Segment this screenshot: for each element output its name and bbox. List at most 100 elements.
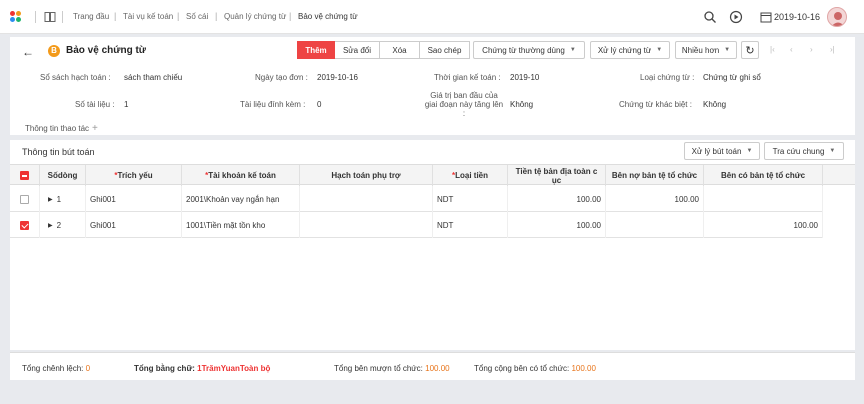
search-icon[interactable] <box>703 10 717 24</box>
field-label-text: Ngày tạo đơn <box>255 73 304 82</box>
header-scroll-gutter <box>823 164 855 185</box>
divider <box>35 11 36 23</box>
field-label-text: Số tài liệu <box>75 100 111 109</box>
current-date: 2019-10-16 <box>774 12 821 22</box>
local-amount-cell[interactable]: 100.00 <box>508 212 606 238</box>
field-label-text: Sổ sách hạch toán <box>40 73 107 82</box>
dropdown-label: Xử lý bút toán <box>691 146 742 156</box>
debit-cell[interactable] <box>606 212 704 238</box>
total-difference-label: Tổng chênh lệch: <box>22 364 84 373</box>
dropdown-label: Chứng từ thường dùng <box>482 45 565 55</box>
calendar-icon[interactable] <box>760 11 772 23</box>
action-button-group: Thêm Sửa đổi Xóa Sao chép <box>297 41 470 59</box>
first-page-icon[interactable]: |‹ <box>770 45 775 54</box>
table-header: Sốdòng * Trích yếu * Tài khoản kế toán Hạc… <box>10 164 823 186</box>
line-no-text: 1 <box>56 194 62 204</box>
voucher-type-value[interactable]: Chứng từ ghi sổ <box>703 73 761 82</box>
play-icon[interactable] <box>729 10 743 24</box>
summary-cell[interactable]: Ghi001 <box>86 186 182 212</box>
entry-process-dropdown[interactable]: Xử lý bút toán ▼ <box>684 142 760 160</box>
total-difference: Tổng chênh lệch: 0 <box>22 364 90 373</box>
divider <box>62 11 63 23</box>
chevron-down-icon: ▼ <box>569 47 576 53</box>
different-voucher-value[interactable]: Không <box>703 100 726 109</box>
col-credit[interactable]: Bên có bản tệ tổ chức <box>704 165 823 186</box>
account-cell[interactable]: 2001\Khoản vay ngắn hạn <box>182 186 300 212</box>
attachment-value[interactable]: 0 <box>317 100 321 109</box>
plus-icon: + <box>92 123 98 134</box>
debit-cell[interactable]: 100.00 <box>606 186 704 212</box>
initial-value-value[interactable]: Không <box>510 100 533 109</box>
col-debit[interactable]: Bên nợ bản tệ tổ chức <box>606 165 704 186</box>
general-lookup-dropdown[interactable]: Tra cứu chung ▼ <box>764 142 844 160</box>
field-label-text: Chứng từ khác biệt <box>619 100 688 109</box>
col-account[interactable]: * Tài khoản kế toán <box>182 165 300 186</box>
col-local-currency[interactable]: Tiền tệ bản địa toàn c ục <box>508 165 606 186</box>
total-borrow-value: 100.00 <box>425 364 450 373</box>
breadcrumb-item[interactable]: Số cái <box>186 12 208 21</box>
table-row[interactable]: ▶ 1 Ghi001 2001\Khoản vay ngắn hạn NDT 10… <box>10 186 823 212</box>
next-page-icon[interactable]: › <box>810 45 813 54</box>
total-borrow-label: Tổng bên mượn tổ chức: <box>334 364 423 373</box>
back-arrow-icon[interactable]: ← <box>22 45 34 59</box>
operation-info-toggle[interactable]: Thông tin thao tác + <box>25 123 98 134</box>
table-row[interactable]: ▶ 2 Ghi001 1001\Tiền mặt tồn kho NDT 100.… <box>10 212 823 238</box>
operation-info-label: Thông tin thao tác <box>25 124 90 133</box>
user-avatar-icon[interactable] <box>827 7 847 27</box>
app-logo-icon[interactable] <box>10 11 24 23</box>
expand-caret-icon[interactable]: ▶ <box>48 196 53 203</box>
breadcrumb-separator: | <box>289 11 292 21</box>
total-credit-label: Tổng cộng bên có tổ chức: <box>474 364 570 373</box>
row-checkbox[interactable] <box>20 220 29 230</box>
last-page-icon[interactable]: ›| <box>830 45 835 54</box>
auxiliary-cell[interactable] <box>300 212 433 238</box>
currency-cell[interactable]: NDT <box>433 212 508 238</box>
select-all-checkbox[interactable] <box>20 171 29 180</box>
breadcrumb-item[interactable]: Quản lý chứng từ <box>224 12 286 21</box>
voucher-panel: ← B Bảo vệ chứng từ Thêm Sửa đổi Xóa Sao… <box>10 37 855 135</box>
breadcrumb-item[interactable]: Tài vụ kế toán <box>123 12 173 21</box>
field-label: Số tài liệu : <box>75 100 115 109</box>
col-line-no[interactable]: Sốdòng <box>40 165 86 186</box>
ledger-value[interactable]: sách tham chiếu <box>124 73 182 82</box>
dropdown-label: Nhiều hơn <box>681 45 720 55</box>
voucher-process-dropdown[interactable]: Xử lý chứng từ ▼ <box>590 41 670 59</box>
field-label: Giá trị ban đầu của giai đoạn này tăng l… <box>424 91 504 118</box>
page-title: Bảo vệ chứng từ <box>66 45 147 56</box>
common-voucher-dropdown[interactable]: Chứng từ thường dùng ▼ <box>473 41 585 59</box>
account-cell[interactable]: 1001\Tiền mặt tồn kho <box>182 212 300 238</box>
top-bar: Trang đầu | Tài vụ kế toán | Số cái | Qu… <box>0 0 864 34</box>
col-summary[interactable]: * Trích yếu <box>86 165 182 186</box>
credit-cell[interactable]: 100.00 <box>704 212 823 238</box>
row-select-cell <box>10 186 40 212</box>
edit-button[interactable]: Sửa đổi <box>335 41 380 59</box>
total-in-words-value: 1TrămYuanToàn bộ <box>197 364 271 373</box>
currency-cell[interactable]: NDT <box>433 186 508 212</box>
row-checkbox[interactable] <box>20 194 29 204</box>
accounting-period-value[interactable]: 2019-10 <box>510 73 539 82</box>
total-borrow: Tổng bên mượn tổ chức: 100.00 <box>334 364 450 373</box>
field-label-text: Tài liệu đính kèm <box>240 100 301 109</box>
credit-cell[interactable] <box>704 186 823 212</box>
delete-button[interactable]: Xóa <box>380 41 420 59</box>
col-currency[interactable]: * Loại tiền <box>433 165 508 186</box>
column-header: Tiền tệ bản địa toàn c ục <box>515 166 598 185</box>
book-icon[interactable] <box>44 11 56 23</box>
column-header: Hạch toán phụ trợ <box>331 171 401 180</box>
refresh-button[interactable]: ↻ <box>741 41 759 59</box>
col-auxiliary[interactable]: Hạch toán phụ trợ <box>300 165 433 186</box>
local-amount-cell[interactable]: 100.00 <box>508 186 606 212</box>
copy-button[interactable]: Sao chép <box>420 41 470 59</box>
auxiliary-cell[interactable] <box>300 186 433 212</box>
field-label: Tài liệu đính kèm : <box>240 100 306 109</box>
line-no-cell: ▶ 1 <box>40 186 86 212</box>
add-button[interactable]: Thêm <box>297 41 335 59</box>
create-date-value[interactable]: 2019-10-16 <box>317 73 358 82</box>
expand-caret-icon[interactable]: ▶ <box>48 222 53 229</box>
prev-page-icon[interactable]: ‹ <box>790 45 793 54</box>
document-number-value[interactable]: 1 <box>124 100 128 109</box>
more-dropdown[interactable]: Nhiều hơn ▼ <box>675 41 737 59</box>
breadcrumb-item[interactable]: Trang đầu <box>73 12 109 21</box>
summary-cell[interactable]: Ghi001 <box>86 212 182 238</box>
refresh-icon: ↻ <box>745 44 755 57</box>
